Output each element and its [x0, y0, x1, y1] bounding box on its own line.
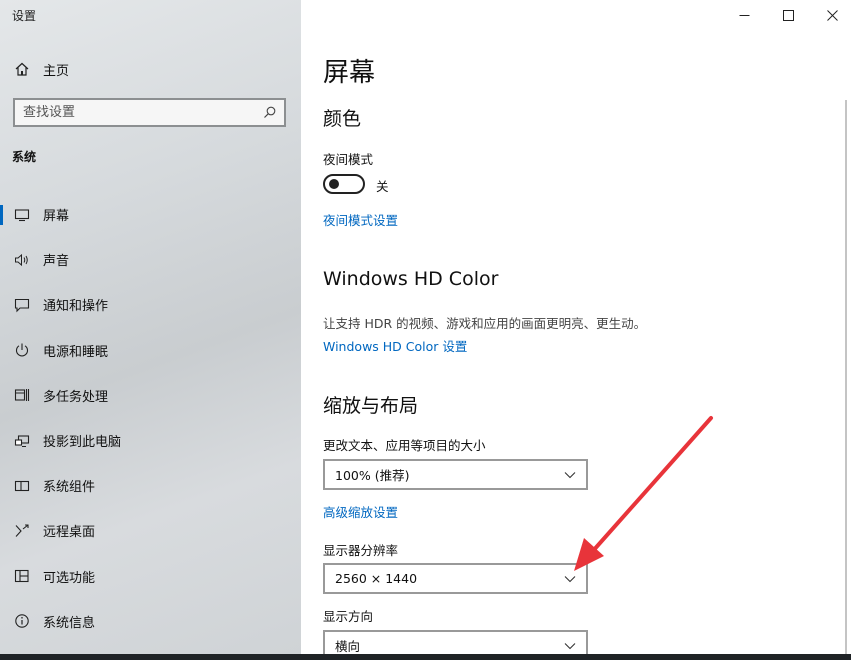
main-content: 屏幕 颜色 夜间模式 关 夜间模式设置 Windows HD Color 让支持…	[301, 0, 851, 654]
orientation-value: 横向	[335, 639, 361, 654]
sidebar-item-label: 多任务处理	[43, 389, 109, 405]
search-box[interactable]	[13, 98, 286, 127]
notification-icon	[14, 298, 30, 313]
sidebar-item-label: 投影到此电脑	[43, 435, 122, 451]
section-scale-layout: 缩放与布局	[323, 395, 419, 417]
night-mode-state: 关	[376, 179, 389, 194]
home-icon	[15, 62, 29, 76]
sidebar-item-components[interactable]: 系统组件	[0, 463, 301, 508]
sidebar-item-power[interactable]: 电源和睡眠	[0, 328, 301, 373]
chevron-down-icon	[564, 575, 576, 582]
sidebar: 设置 主页 系统 屏幕	[0, 0, 301, 654]
resolution-value: 2560 × 1440	[335, 571, 418, 586]
project-icon	[14, 434, 30, 447]
sidebar-item-label: 系统信息	[43, 615, 96, 631]
scale-value: 100% (推荐)	[335, 468, 410, 483]
night-mode-label: 夜间模式	[323, 152, 374, 167]
sidebar-item-notifications[interactable]: 通知和操作	[0, 282, 301, 327]
resolution-label: 显示器分辨率	[323, 543, 399, 558]
minimize-icon	[739, 14, 749, 16]
search-icon[interactable]	[263, 106, 276, 119]
group-label-system: 系统	[12, 150, 37, 164]
night-mode-settings-link[interactable]: 夜间模式设置	[323, 210, 398, 229]
info-icon	[15, 614, 29, 629]
sidebar-item-sound[interactable]: 声音	[0, 237, 301, 282]
close-icon	[826, 9, 838, 21]
home-nav-item[interactable]: 主页	[14, 58, 69, 80]
sidebar-item-label: 系统组件	[43, 480, 96, 496]
sidebar-item-label: 屏幕	[43, 209, 70, 225]
chevron-down-icon	[564, 642, 576, 649]
multitask-icon	[14, 389, 30, 402]
maximize-button[interactable]	[765, 0, 811, 30]
app-title: 设置	[12, 9, 37, 23]
orientation-dropdown[interactable]: 横向	[323, 630, 588, 654]
taskbar	[0, 654, 851, 660]
resolution-dropdown[interactable]: 2560 × 1440	[323, 563, 588, 594]
speaker-icon	[15, 253, 28, 266]
scrollbar[interactable]	[845, 100, 847, 654]
hd-color-description: 让支持 HDR 的视频、游戏和应用的画面更明亮、更生动。	[323, 316, 647, 331]
components-icon	[14, 480, 30, 491]
sidebar-item-label: 声音	[43, 254, 70, 270]
search-input[interactable]	[23, 105, 263, 120]
minimize-button[interactable]	[721, 0, 767, 30]
chevron-down-icon	[564, 471, 576, 478]
night-mode-toggle[interactable]	[323, 174, 365, 194]
sidebar-nav: 屏幕 声音 通知和操作 电源和睡眠 多任务处理 投影到此电脑 系统组件 远程桌面…	[0, 192, 301, 644]
scale-label: 更改文本、应用等项目的大小	[323, 438, 486, 453]
advanced-scale-link[interactable]: 高级缩放设置	[323, 502, 398, 521]
sidebar-item-remote-desktop[interactable]: 远程桌面	[0, 508, 301, 553]
sidebar-item-display[interactable]: 屏幕	[0, 192, 301, 237]
settings-window: 设置 主页 系统 屏幕	[0, 0, 851, 654]
section-color: 颜色	[323, 108, 362, 130]
remote-icon	[15, 524, 29, 537]
sidebar-item-label: 通知和操作	[43, 299, 109, 315]
hd-color-settings-link[interactable]: Windows HD Color 设置	[323, 336, 467, 355]
monitor-icon	[14, 209, 30, 221]
close-button[interactable]	[809, 0, 851, 30]
sidebar-item-label: 远程桌面	[43, 525, 96, 541]
section-hd-color: Windows HD Color	[323, 268, 499, 290]
sidebar-item-multitasking[interactable]: 多任务处理	[0, 373, 301, 418]
sidebar-item-label: 可选功能	[43, 570, 96, 586]
scale-dropdown[interactable]: 100% (推荐)	[323, 459, 588, 490]
sidebar-item-about[interactable]: 系统信息	[0, 599, 301, 644]
orientation-label: 显示方向	[323, 609, 374, 624]
sidebar-item-optional-features[interactable]: 可选功能	[0, 554, 301, 599]
toggle-knob	[329, 179, 339, 189]
power-icon	[15, 343, 29, 357]
sidebar-item-project[interactable]: 投影到此电脑	[0, 418, 301, 463]
home-label: 主页	[43, 63, 70, 79]
page-title: 屏幕	[323, 58, 376, 88]
sidebar-item-label: 电源和睡眠	[43, 344, 109, 360]
optional-features-icon	[14, 570, 29, 583]
maximize-icon	[782, 9, 794, 21]
